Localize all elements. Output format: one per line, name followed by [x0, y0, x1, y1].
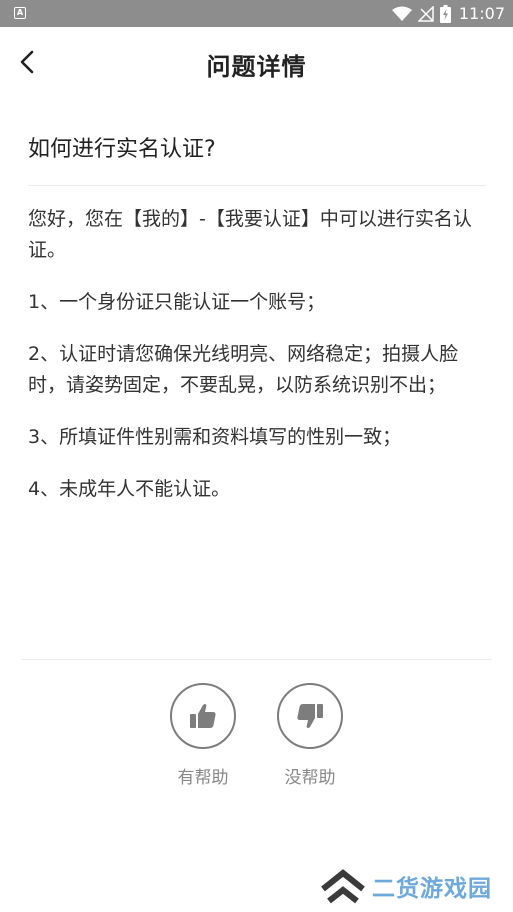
clock: 11:07	[458, 4, 505, 23]
title-bar: 问题详情	[0, 27, 513, 97]
unhelpful-button[interactable]: 没帮助	[277, 683, 343, 788]
battery-charging-icon	[439, 4, 451, 23]
answer-content: 您好，您在【我的】-【我要认证】中可以进行实名认证。 1、一个身份证只能认证一个…	[28, 204, 488, 526]
answer-paragraph: 2、认证时请您确保光线明亮、网络稳定；拍摄人脸时，请姿势固定，不要乱晃，以防系统…	[28, 343, 459, 396]
status-bar: A 11:07	[0, 0, 513, 27]
no-signal-icon	[417, 5, 434, 22]
answer-paragraph: 1、一个身份证只能认证一个账号；	[28, 291, 326, 313]
question-title: 如何进行实名认证?	[28, 137, 216, 162]
divider	[22, 659, 492, 660]
wifi-icon	[391, 6, 412, 21]
helpful-circle[interactable]	[170, 683, 236, 749]
unhelpful-circle[interactable]	[277, 683, 343, 749]
divider	[28, 185, 486, 186]
answer-paragraph: 3、所填证件性别需和资料填写的性别一致；	[28, 426, 402, 448]
answer-paragraph: 您好，您在【我的】-【我要认证】中可以进行实名认证。	[28, 208, 472, 261]
watermark: 二货游戏园	[320, 866, 492, 906]
helpful-label: 有帮助	[177, 768, 229, 788]
answer-paragraph: 4、未成年人不能认证。	[28, 478, 231, 500]
page-title: 问题详情	[206, 53, 307, 81]
app-notification-icon: A	[14, 7, 26, 19]
thumbs-down-icon	[297, 704, 323, 728]
watermark-logo-icon	[321, 869, 365, 904]
unhelpful-label: 没帮助	[284, 768, 336, 788]
watermark-text: 二货游戏园	[372, 876, 492, 902]
helpful-button[interactable]: 有帮助	[170, 683, 236, 788]
thumbs-up-icon	[190, 704, 216, 728]
status-icons: 11:07	[391, 0, 505, 27]
